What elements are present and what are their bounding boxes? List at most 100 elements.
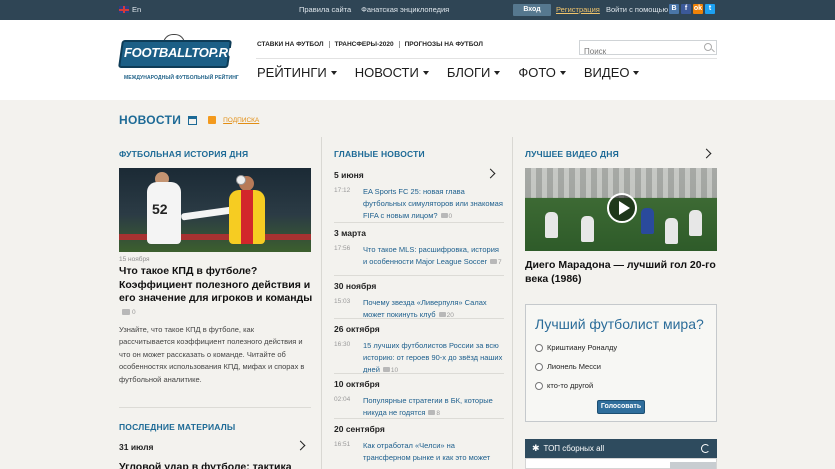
refresh-icon[interactable] [701,444,710,453]
top-teams-title: ТОП сборных all [543,444,605,453]
poll-option[interactable]: кто-то другой [535,381,593,390]
caret-down-icon [559,70,566,75]
news-date: 30 ноября [334,281,377,291]
news-date: 20 сентября [334,424,385,434]
top-teams-header[interactable]: ✱ ТОП сборных all [525,439,717,458]
vote-button[interactable]: Голосовать [597,400,645,414]
predictions-link[interactable]: ПРОГНОЗЫ НА ФУТБОЛ [398,41,488,48]
news-time: 17:56 [334,245,351,252]
poll-option[interactable]: Лионель Месси [535,362,601,371]
caret-down-icon [330,70,337,75]
news-link[interactable]: 15 лучших футболистов России за всю исто… [363,340,504,378]
logo-tagline: МЕЖДУНАРОДНЫЙ ФУТБОЛЬНЫЙ РЕЙТИНГ [124,75,239,81]
news-date: 5 июня [334,170,364,180]
video-of-day-heading[interactable]: ЛУЧШЕЕ ВИДЕО ДНЯ [525,149,619,159]
news-item[interactable]: 16:30 15 лучших футболистов России за всю… [334,340,504,378]
news-link[interactable]: Что такое MLS: расшифровка, история и ос… [363,244,504,269]
news-link[interactable]: EA Sports FC 25: новая глава футбольных … [363,186,504,224]
radio-button[interactable] [535,381,543,390]
chevron-right-icon[interactable] [485,168,496,179]
recent-title[interactable]: Угловой удар в футболе: тактика [119,461,313,469]
recent-date: 31 июля [119,442,154,452]
main-news-heading[interactable]: ГЛАВНЫЕ НОВОСТИ [334,149,425,159]
news-time: 16:51 [334,441,351,448]
radio-button[interactable] [535,362,543,371]
top-bar: En Правила сайта Фанатская энциклопедия … [0,0,835,20]
header-sublinks: СТАВКИ НА ФУТБОЛ ТРАНСФЕРЫ-2020 ПРОГНОЗЫ… [257,41,488,48]
language-label: En [132,5,142,14]
poll-widget: Лучший футболист мира? Криштиану Роналду… [525,304,717,422]
news-item[interactable]: 17:56 Что такое MLS: расшифровка, история… [334,244,504,269]
news-date: 26 октября [334,324,380,334]
top-links: Правила сайта Фанатская энциклопедия [299,5,449,14]
vk-icon[interactable]: В [669,4,679,14]
search-icon[interactable] [704,43,712,51]
nav-news[interactable]: НОВОСТИ [355,65,429,80]
news-link[interactable]: Популярные стратегии в БК, которые никуд… [363,395,504,420]
news-item[interactable]: 16:51 Как отработал «Челси» на трансферно… [334,440,504,464]
chevron-right-icon[interactable] [701,148,712,159]
login-via-label: Войти с помощью [606,5,669,14]
radio-button[interactable] [535,343,543,352]
logo-text: FOOTBALLTOP.RU [124,45,237,60]
comment-icon [490,259,498,265]
news-time: 17:12 [334,187,351,194]
story-excerpt: Узнайте, что такое КПД в футболе, как ра… [119,325,305,384]
story-image[interactable]: 52 [119,168,311,252]
news-time: 02:04 [334,396,351,403]
site-logo[interactable]: FOOTBALLTOP.RU МЕЖДУНАРОДНЫЙ ФУТБОЛЬНЫЙ … [118,34,239,88]
nav-video[interactable]: ВИДЕО [584,65,640,80]
register-link[interactable]: Регистрация [556,5,600,14]
subscribe-link[interactable]: ПОДПИСКА [223,117,259,124]
story-of-day-heading[interactable]: ФУТБОЛЬНАЯ ИСТОРИЯ ДНЯ [119,149,248,159]
rules-link[interactable]: Правила сайта [299,5,351,14]
search-input[interactable] [580,45,690,58]
play-icon[interactable] [607,193,637,223]
calendar-icon[interactable] [188,115,198,125]
caret-down-icon [633,70,640,75]
nav-photo[interactable]: ФОТО [518,65,566,80]
main-nav: РЕЙТИНГИ НОВОСТИ БЛОГИ ФОТО ВИДЕО [257,65,640,80]
comment-icon [122,309,130,316]
caret-down-icon [422,70,429,75]
comment-icon [440,213,448,219]
facebook-icon[interactable]: f [681,4,691,14]
fan-encyclopedia-link[interactable]: Фанатская энциклопедия [361,5,449,14]
caret-down-icon [494,70,501,75]
login-button[interactable]: Вход [513,4,551,16]
transfers-link[interactable]: ТРАНСФЕРЫ-2020 [328,41,399,48]
poll-option[interactable]: Криштиану Роналду [535,343,617,352]
star-icon: ✱ [532,443,540,453]
uk-flag-icon [119,6,129,13]
comment-count: 8 [436,410,441,418]
odnoklassniki-icon[interactable]: ok [693,4,703,14]
story-date: 15 ноября [119,256,150,263]
news-link[interactable]: Как отработал «Челси» на трансферном рын… [363,440,504,464]
recent-materials-heading[interactable]: ПОСЛЕДНИЕ МАТЕРИАЛЫ [119,422,235,432]
news-time: 16:30 [334,341,351,348]
nav-blogs[interactable]: БЛОГИ [447,65,501,80]
comment-icon [438,312,446,318]
chevron-right-icon[interactable] [295,440,306,451]
comment-count: 0 [132,308,136,316]
rss-icon[interactable] [208,116,217,124]
page-title: НОВОСТИ [119,113,182,127]
poll-question: Лучший футболист мира? [535,316,704,332]
comment-count: 7 [498,259,502,267]
site-header: FOOTBALLTOP.RU МЕЖДУНАРОДНЫЙ ФУТБОЛЬНЫЙ … [0,20,835,100]
twitter-icon[interactable]: t [705,4,715,14]
betting-link[interactable]: СТАВКИ НА ФУТБОЛ [257,41,329,48]
language-switch[interactable]: En [119,5,141,14]
page-title-row: НОВОСТИ ПОДПИСКА [119,113,259,127]
video-title[interactable]: Диего Марадона — лучший гол 20-го века (… [525,259,717,286]
news-date: 3 марта [334,228,366,238]
story-title[interactable]: Что такое КПД в футболе? Коэффициент пол… [119,265,313,320]
comment-count: 0 [448,213,453,221]
nav-ratings[interactable]: РЕЙТИНГИ [257,65,337,80]
news-item[interactable]: 02:04 Популярные стратегии в БК, которые … [334,395,504,420]
comment-icon [382,367,390,373]
comment-icon [428,410,436,416]
news-item[interactable]: 17:12 EA Sports FC 25: новая глава футбол… [334,186,504,224]
news-date: 10 октября [334,379,380,389]
ball-icon [236,175,246,185]
